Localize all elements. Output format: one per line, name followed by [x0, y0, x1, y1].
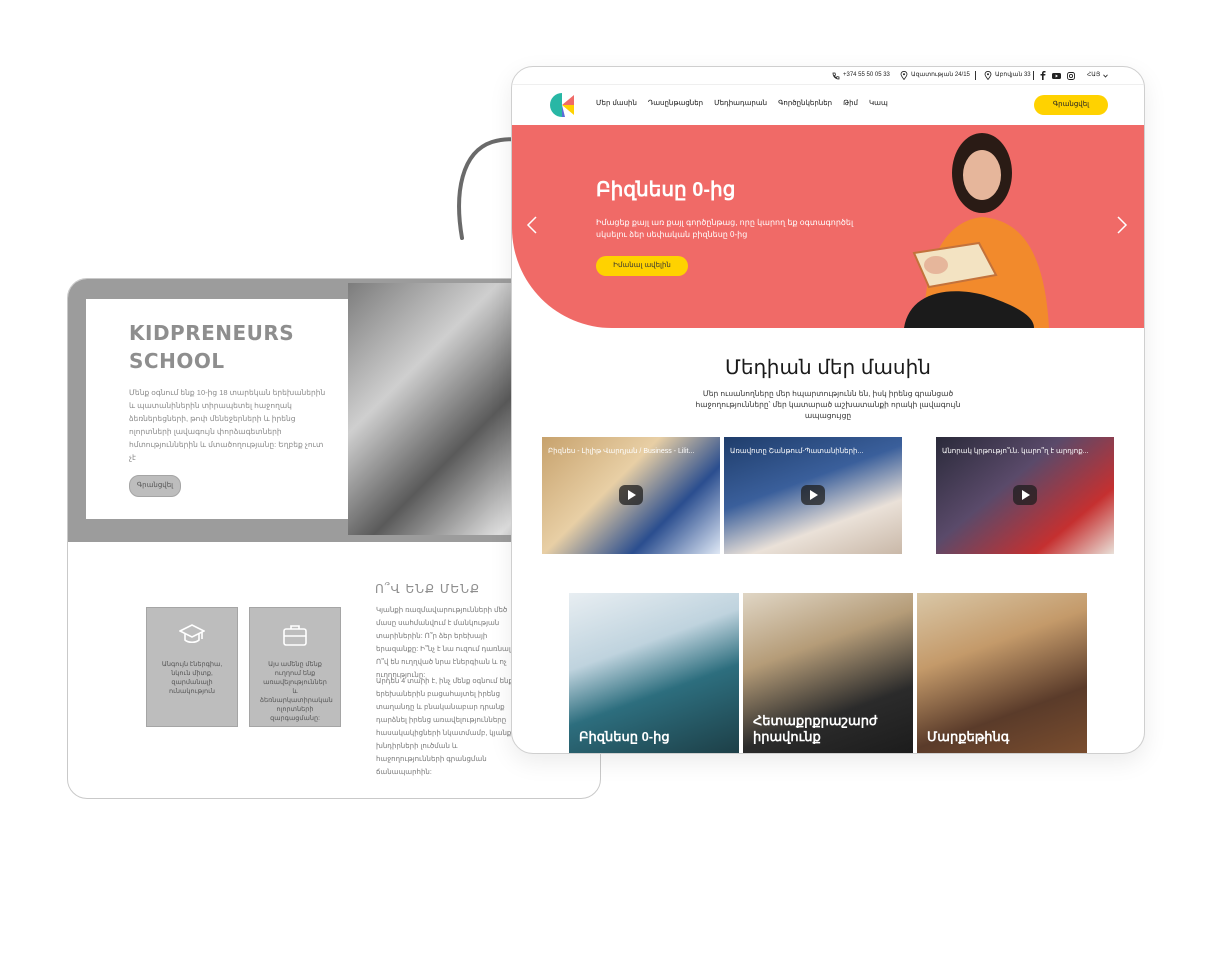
- hero-girl-with-book-image: [904, 133, 1049, 328]
- main-navigation: Մեր մասին Դասընթացներ Մեդիադարան Գործընկ…: [512, 85, 1144, 125]
- who-we-are-paragraph: Կյանքի ռազմավարությունների մեծ մասը սահմ…: [376, 607, 513, 679]
- play-icon[interactable]: [1013, 485, 1037, 505]
- address-link[interactable]: Ազատության 24/15: [900, 67, 970, 84]
- phone-link[interactable]: +374 55 50 05 33: [832, 67, 890, 84]
- hero-title: Բիզնեսը 0-ից: [596, 179, 736, 201]
- hero-subtitle: Իմացեք քայլ առ քայլ գործընթաց, որը կարող…: [596, 218, 854, 239]
- slider-next-arrow[interactable]: [1116, 215, 1128, 239]
- course-card[interactable]: Բիզնեսը 0-ից: [569, 593, 739, 753]
- phone-number: +374 55 50 05 33: [843, 72, 890, 78]
- chevron-down-icon: [1103, 74, 1109, 78]
- foreground-website-window: +374 55 50 05 33 Ազատության 24/15 Աբովյա…: [511, 66, 1145, 754]
- facebook-icon[interactable]: [1040, 71, 1046, 80]
- who-we-are-paragraph: Արդեն 4 տարի է, ինչ մենք օգնում ենք երեխ…: [376, 678, 516, 776]
- instagram-icon[interactable]: [1067, 71, 1075, 80]
- back-feature-card: Անգույն էներգիա, նկուն միտք, զարմանալի ո…: [146, 607, 238, 727]
- language-label: ՀԱՅ: [1087, 72, 1101, 78]
- course-card[interactable]: Մարքեթինգ: [917, 593, 1087, 753]
- back-feature-text: Անգույն էներգիա, նկուն միտք, զարմանալի ո…: [161, 661, 223, 695]
- youtube-icon[interactable]: [1052, 71, 1061, 80]
- nav-item-partners[interactable]: Գործընկերներ: [778, 99, 832, 107]
- back-feature-card: Այս ամենը մենք ուղղում ենք առավելություն…: [249, 607, 341, 727]
- chevron-left-icon: [526, 216, 537, 234]
- location-pin-icon: [900, 71, 908, 80]
- phone-icon: [832, 72, 840, 79]
- back-title-line2: SCHOOL: [129, 349, 225, 373]
- nav-item-team[interactable]: Թիմ: [843, 99, 858, 107]
- video-thumbnail[interactable]: Առավոտը Շանթում-Պատանիների...: [724, 437, 902, 554]
- social-links: [1040, 67, 1075, 84]
- video-thumbnail[interactable]: Բիզնես - Լիլիթ Վարդյան / Business - Lili…: [542, 437, 720, 554]
- nav-menu: Մեր մասին Դասընթացներ Մեդիադարան Գործընկ…: [596, 99, 888, 107]
- course-label: Բիզնեսը 0-ից: [579, 729, 670, 744]
- back-title-line1: KIDPRENEURS: [129, 321, 295, 345]
- course-label: Մարքեթինգ: [927, 729, 1010, 744]
- play-icon[interactable]: [801, 485, 825, 505]
- kidpreneurs-logo[interactable]: [549, 92, 575, 118]
- back-hero-description: Մենք օգնում ենք 10-ից 18 տարեկան երեխանե…: [129, 388, 326, 462]
- divider: [1033, 71, 1034, 80]
- chevron-right-icon: [1117, 216, 1128, 234]
- graduation-cap-icon: [179, 624, 205, 644]
- signup-button[interactable]: Գրանցվել: [1034, 95, 1108, 115]
- course-label: Հետաքրքրաշարժ իրավունք: [753, 713, 878, 744]
- nav-item-media[interactable]: Մեդիադարան: [714, 99, 767, 107]
- who-we-are-heading: Ո՞Վ ԵՆՔ ՄԵՆՔ: [375, 582, 481, 596]
- media-section-title: Մեդիան մեր մասին: [725, 357, 931, 379]
- back-hero-card: KIDPRENEURS SCHOOL Մենք օգնում ենք 10-ից…: [86, 299, 348, 519]
- play-icon[interactable]: [619, 485, 643, 505]
- address-text: Ազատության 24/15: [911, 72, 970, 78]
- slider-prev-arrow[interactable]: [526, 215, 538, 239]
- nav-item-courses[interactable]: Դասընթացներ: [648, 99, 703, 107]
- back-hero-title: KIDPRENEURS SCHOOL: [129, 319, 294, 375]
- address-text: Աբովյան 33: [995, 72, 1031, 78]
- address-link[interactable]: Աբովյան 33: [984, 67, 1031, 84]
- back-feature-text: Այս ամենը մենք ուղղում ենք առավելություն…: [260, 661, 333, 722]
- video-title: Անորակ կրթությո՞ւն. կարո՞ղ է արդյոք...: [942, 448, 1089, 455]
- video-title: Բիզնես - Լիլիթ Վարդյան / Business - Lili…: [548, 448, 695, 455]
- learn-more-button[interactable]: Իմանալ ավելին: [596, 256, 688, 276]
- nav-item-about[interactable]: Մեր մասին: [596, 99, 637, 107]
- hero-banner: Բիզնեսը 0-ից Իմացեք քայլ առ քայլ գործընթ…: [512, 125, 1144, 328]
- language-selector[interactable]: ՀԱՅ: [1087, 67, 1109, 84]
- nav-item-contact[interactable]: Կապ: [869, 99, 888, 107]
- divider: [975, 71, 976, 80]
- video-title: Առավոտը Շանթում-Պատանիների...: [730, 448, 864, 455]
- top-contact-bar: +374 55 50 05 33 Ազատության 24/15 Աբովյա…: [512, 67, 1144, 85]
- briefcase-icon: [283, 625, 307, 646]
- back-signup-button[interactable]: Գրանցվել: [129, 475, 181, 497]
- video-thumbnail[interactable]: Անորակ կրթությո՞ւն. կարո՞ղ է արդյոք...: [936, 437, 1114, 554]
- location-pin-icon: [984, 71, 992, 80]
- media-section-subtitle: Մեր ուսանողները մեր հպարտությունն են, իս…: [695, 389, 961, 420]
- course-card[interactable]: Հետաքրքրաշարժ իրավունք: [743, 593, 913, 753]
